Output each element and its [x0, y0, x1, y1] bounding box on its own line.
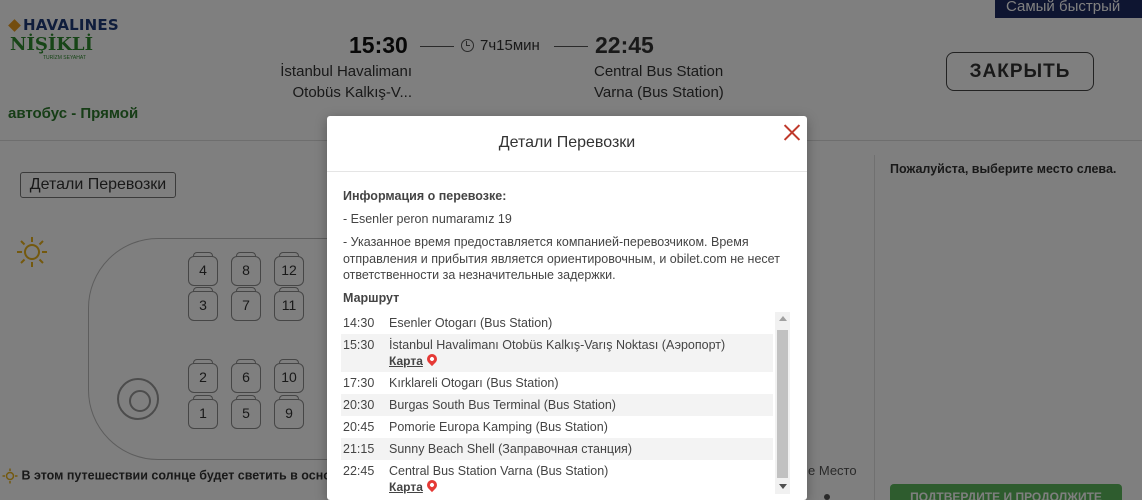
modal-title: Детали Перевозки	[498, 134, 636, 151]
stop-name: Esenler Otogarı (Bus Station)	[389, 316, 553, 330]
route-stop: 21:15 Sunny Beach Shell (Заправочная ста…	[341, 438, 773, 460]
map-link[interactable]: Карта	[389, 477, 439, 495]
scroll-up-arrow-icon[interactable]	[779, 316, 787, 321]
info-line: - Указанное время предоставляется компан…	[343, 235, 780, 282]
stop-name: İstanbul Havalimanı Otobüs Kalkış-Varış …	[389, 338, 726, 352]
route-stop: 17:30 Kırklareli Otogarı (Bus Station)	[341, 372, 773, 394]
route-list: 14:30 Esenler Otogarı (Bus Station) 15:3…	[341, 312, 773, 498]
route-stop: 22:45 Central Bus Station Varna (Bus Sta…	[341, 460, 773, 498]
map-link[interactable]: Карта	[389, 351, 439, 369]
stop-name: Sunny Beach Shell (Заправочная станция)	[389, 442, 632, 456]
route-heading: Маршрут	[343, 291, 400, 305]
stop-name: Kırklareli Otogarı (Bus Station)	[389, 376, 559, 390]
close-icon[interactable]	[781, 122, 803, 144]
stop-time: 21:15	[343, 442, 375, 456]
info-line: - Esenler peron numaramız 19	[343, 212, 512, 226]
map-pin-icon	[424, 477, 439, 493]
map-pin-icon	[424, 351, 439, 367]
scroll-down-arrow-icon[interactable]	[779, 484, 787, 489]
stop-time: 20:45	[343, 420, 375, 434]
route-stop: 20:45 Pomorie Europa Kamping (Bus Statio…	[341, 416, 773, 438]
modal-header: Детали Перевозки	[327, 116, 807, 172]
stop-time: 14:30	[343, 316, 375, 330]
stop-name: Pomorie Europa Kamping (Bus Station)	[389, 420, 608, 434]
stop-name: Central Bus Station Varna (Bus Station)	[389, 464, 609, 478]
scroll-thumb[interactable]	[777, 330, 788, 478]
stop-time: 20:30	[343, 398, 375, 412]
info-heading: Информация о перевозке:	[343, 189, 507, 203]
transport-details-modal: Детали Перевозки Информация о перевозке:…	[327, 116, 807, 500]
stop-time: 17:30	[343, 376, 375, 390]
stop-name: Burgas South Bus Terminal (Bus Station)	[389, 398, 616, 412]
stop-time: 15:30	[343, 338, 375, 352]
route-stop: 14:30 Esenler Otogarı (Bus Station)	[341, 312, 773, 334]
route-scrollbar[interactable]	[775, 312, 790, 494]
stop-time: 22:45	[343, 464, 375, 478]
route-stop: 15:30 İstanbul Havalimanı Otobüs Kalkış-…	[341, 334, 773, 372]
route-stop: 20:30 Burgas South Bus Terminal (Bus Sta…	[341, 394, 773, 416]
